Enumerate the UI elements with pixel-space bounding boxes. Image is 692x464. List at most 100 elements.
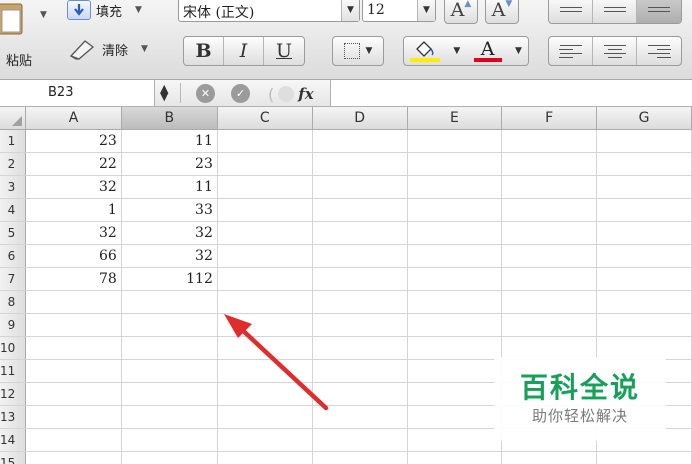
cell-g8[interactable] bbox=[596, 290, 692, 314]
row-header[interactable]: 7 bbox=[0, 267, 27, 291]
cell-c8[interactable] bbox=[217, 290, 313, 314]
paste-button-label[interactable]: 粘贴 bbox=[6, 50, 32, 69]
cell-a4[interactable]: 1 bbox=[25, 198, 122, 222]
cancel-edit-icon[interactable]: ✕ bbox=[196, 84, 215, 103]
cell-d6[interactable] bbox=[312, 244, 408, 268]
cell-a12[interactable] bbox=[25, 382, 122, 406]
row-header[interactable]: 15 bbox=[0, 451, 27, 464]
cell-b4[interactable]: 33 bbox=[121, 198, 218, 222]
borders-button[interactable]: ▼ bbox=[332, 36, 384, 66]
font-color-dropdown-caret[interactable]: ▼ bbox=[515, 46, 522, 56]
row-header[interactable]: 11 bbox=[0, 359, 27, 383]
cell-c14[interactable] bbox=[217, 428, 313, 452]
cell-c13[interactable] bbox=[217, 405, 313, 429]
cell-e14[interactable] bbox=[407, 428, 503, 452]
cell-g1[interactable] bbox=[596, 129, 692, 153]
row-header[interactable]: 6 bbox=[0, 244, 27, 268]
cell-f15[interactable] bbox=[501, 451, 598, 464]
cell-b6[interactable]: 32 bbox=[121, 244, 218, 268]
cell-d7[interactable] bbox=[312, 267, 408, 291]
cell-e1[interactable] bbox=[407, 129, 503, 153]
cell-b12[interactable] bbox=[121, 382, 218, 406]
cell-b13[interactable] bbox=[121, 405, 218, 429]
cell-c15[interactable] bbox=[217, 451, 313, 464]
cell-d4[interactable] bbox=[312, 198, 408, 222]
cell-e5[interactable] bbox=[407, 221, 503, 245]
cell-f6[interactable] bbox=[501, 244, 598, 268]
cell-b11[interactable] bbox=[121, 359, 218, 383]
cell-f2[interactable] bbox=[501, 152, 598, 176]
align-center-button[interactable] bbox=[593, 37, 637, 65]
cell-c3[interactable] bbox=[217, 175, 313, 199]
align-right-button[interactable] bbox=[637, 37, 681, 65]
column-header-b[interactable]: B bbox=[121, 107, 218, 130]
cell-f7[interactable] bbox=[501, 267, 598, 291]
clear-dropdown-caret[interactable]: ▼ bbox=[141, 44, 148, 54]
cell-c2[interactable] bbox=[217, 152, 313, 176]
cell-b3[interactable]: 11 bbox=[121, 175, 218, 199]
cell-c1[interactable] bbox=[217, 129, 313, 153]
font-size-select[interactable]: 12 ▼ bbox=[362, 0, 436, 22]
cell-f5[interactable] bbox=[501, 221, 598, 245]
fill-dropdown-caret[interactable]: ▼ bbox=[135, 5, 142, 15]
underline-button[interactable]: U bbox=[264, 37, 304, 65]
cell-a11[interactable] bbox=[25, 359, 122, 383]
cell-a10[interactable] bbox=[25, 336, 122, 360]
cell-a6[interactable]: 66 bbox=[25, 244, 122, 268]
cell-e3[interactable] bbox=[407, 175, 503, 199]
cell-d5[interactable] bbox=[312, 221, 408, 245]
cell-f1[interactable] bbox=[501, 129, 598, 153]
font-name-select[interactable]: 宋体 (正文) ▼ bbox=[178, 0, 360, 22]
cell-b9[interactable] bbox=[121, 313, 218, 337]
cell-e12[interactable] bbox=[407, 382, 503, 406]
cell-b14[interactable] bbox=[121, 428, 218, 452]
cell-d1[interactable] bbox=[312, 129, 408, 153]
cell-c7[interactable] bbox=[217, 267, 313, 291]
fill-button[interactable]: 填充 ▼ bbox=[67, 0, 142, 20]
insert-function-button[interactable]: ( fx bbox=[268, 83, 330, 105]
row-header[interactable]: 8 bbox=[0, 290, 27, 314]
cell-g10[interactable] bbox=[596, 336, 692, 360]
cell-a9[interactable] bbox=[25, 313, 122, 337]
cell-b5[interactable]: 32 bbox=[121, 221, 218, 245]
cell-c10[interactable] bbox=[217, 336, 313, 360]
column-header-f[interactable]: F bbox=[501, 107, 598, 130]
row-header[interactable]: 12 bbox=[0, 382, 27, 406]
cell-b1[interactable]: 11 bbox=[121, 129, 218, 153]
cell-d11[interactable] bbox=[312, 359, 408, 383]
cell-d8[interactable] bbox=[312, 290, 408, 314]
cell-g2[interactable] bbox=[596, 152, 692, 176]
cell-f8[interactable] bbox=[501, 290, 598, 314]
row-header[interactable]: 1 bbox=[0, 129, 27, 153]
chevron-down-icon[interactable]: ▼ bbox=[417, 0, 435, 21]
cell-c12[interactable] bbox=[217, 382, 313, 406]
cell-a3[interactable]: 32 bbox=[25, 175, 122, 199]
bold-button[interactable]: B bbox=[184, 37, 224, 65]
cell-d12[interactable] bbox=[312, 382, 408, 406]
cell-b2[interactable]: 23 bbox=[121, 152, 218, 176]
cell-g9[interactable] bbox=[596, 313, 692, 337]
cell-e10[interactable] bbox=[407, 336, 503, 360]
cell-e7[interactable] bbox=[407, 267, 503, 291]
cell-e13[interactable] bbox=[407, 405, 503, 429]
paste-dropdown-caret[interactable]: ▼ bbox=[40, 10, 47, 20]
row-header[interactable]: 5 bbox=[0, 221, 27, 245]
cell-a14[interactable] bbox=[25, 428, 122, 452]
cell-f9[interactable] bbox=[501, 313, 598, 337]
cell-e11[interactable] bbox=[407, 359, 503, 383]
chevron-down-icon[interactable]: ▼ bbox=[341, 0, 359, 21]
row-header[interactable]: 13 bbox=[0, 405, 27, 429]
cell-c11[interactable] bbox=[217, 359, 313, 383]
cell-e8[interactable] bbox=[407, 290, 503, 314]
clear-button[interactable]: 清除 ▼ bbox=[67, 38, 148, 60]
cell-d2[interactable] bbox=[312, 152, 408, 176]
row-header[interactable]: 3 bbox=[0, 175, 27, 199]
cell-d14[interactable] bbox=[312, 428, 408, 452]
decrease-font-size-button[interactable]: A▼ bbox=[485, 0, 519, 24]
column-header-a[interactable]: A bbox=[25, 107, 122, 130]
cell-b8[interactable] bbox=[121, 290, 218, 314]
formula-input[interactable] bbox=[330, 80, 692, 106]
cell-c4[interactable] bbox=[217, 198, 313, 222]
cell-a5[interactable]: 32 bbox=[25, 221, 122, 245]
cell-g3[interactable] bbox=[596, 175, 692, 199]
